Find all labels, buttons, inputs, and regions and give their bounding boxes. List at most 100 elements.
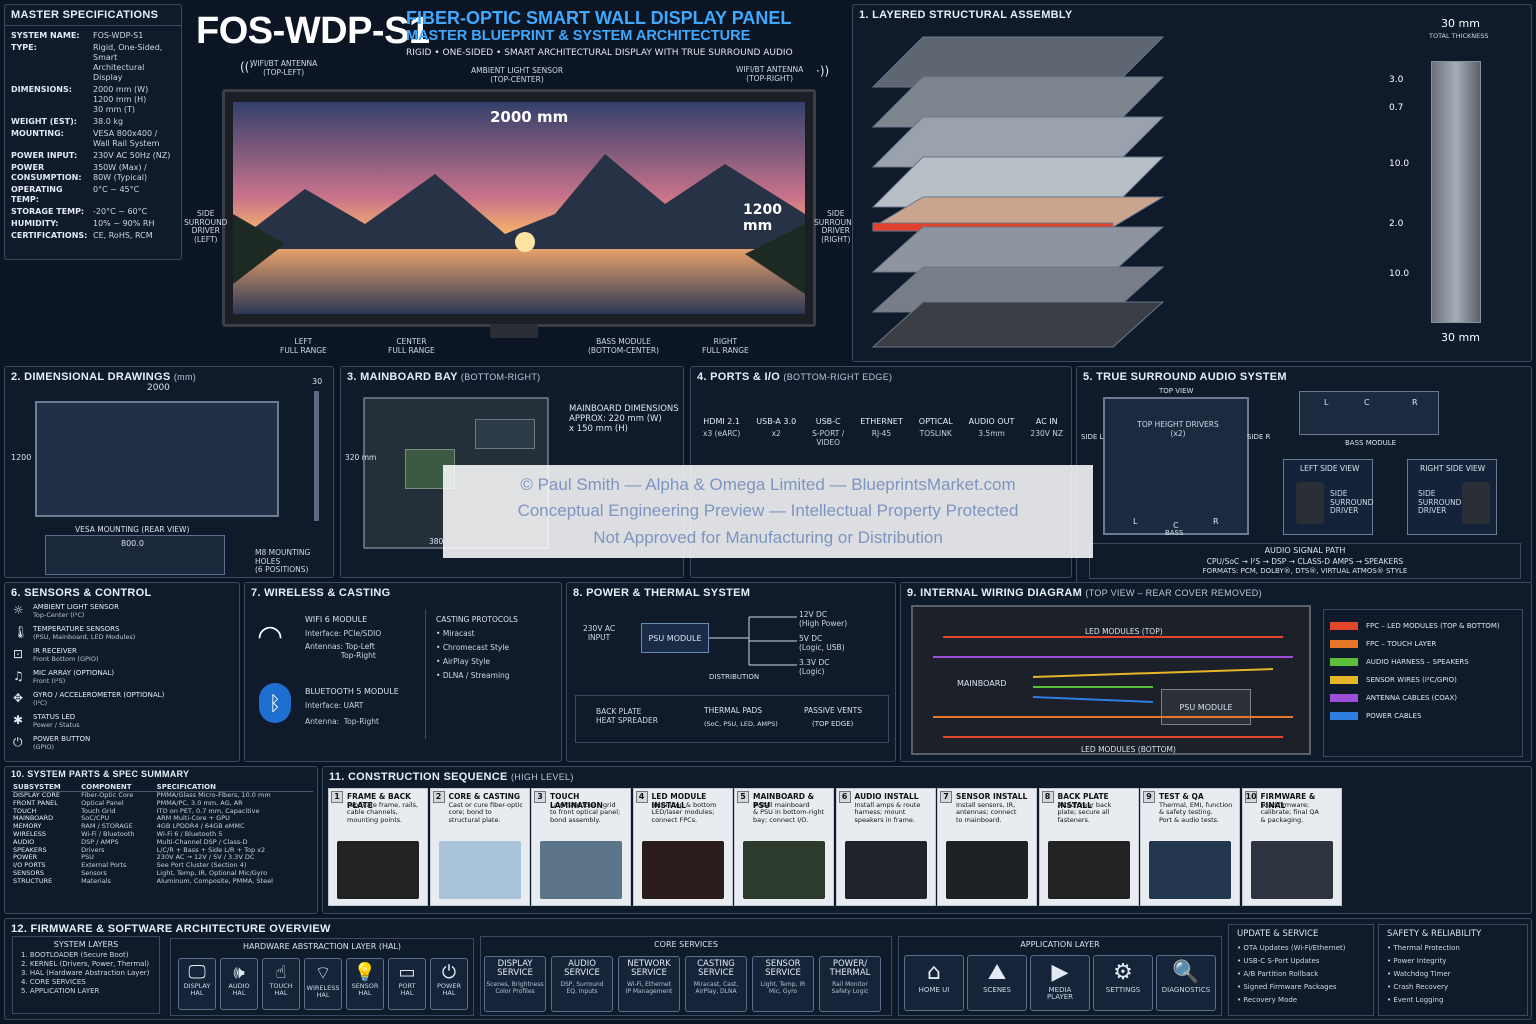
hal-item: 🕪 AUDIO HAL (220, 958, 258, 1010)
bass-module-label: BASS MODULE (1345, 439, 1397, 447)
spec-row: MOUNTING: VESA 800x400 / Wall Rail System (11, 129, 175, 149)
core-service: NETWORK SERVICE Wi-Fi, Ethernet IP Manage… (618, 956, 680, 1012)
spec-row: TYPE: Rigid, One-Sided, Smart Architectur… (11, 43, 175, 83)
front-view-drawing (35, 401, 279, 517)
app-item[interactable]: ⛰ SCENES (967, 955, 1027, 1011)
service-title: AUDIO SERVICE (564, 959, 600, 979)
thickness-tick: 10.0 (1389, 269, 1410, 279)
bullet: • (436, 671, 443, 680)
mainboard-width: 380 (429, 537, 444, 546)
spec-key: WEIGHT (EST): (11, 117, 77, 126)
side-l-label: SIDE L (1081, 433, 1104, 441)
speaker-center-label: CENTER FULL RANGE (388, 337, 435, 355)
app-item[interactable]: ▶ MEDIA PLAYER (1030, 955, 1090, 1011)
wifi-module-label: WIFI 6 MODULE (305, 615, 368, 624)
master-specs-panel: MASTER SPECIFICATIONS SYSTEM NAME: FOS-WD… (4, 4, 182, 260)
legend-text: AUDIO HARNESS – SPEAKERS (1366, 658, 1469, 666)
side-r-label: SIDE R (1247, 433, 1271, 441)
construction-step: 6 AUDIO INSTALL Install amps & route harne… (835, 788, 936, 906)
port-item[interactable]: ETHERNET RJ-45 (860, 417, 903, 447)
sensor-icon: 💡 (353, 962, 377, 983)
ports-title: 4. PORTS & I/O (697, 371, 781, 383)
ac-input-label: 230V AC INPUT (583, 624, 616, 642)
sensor-item: ☼ AMBIENT LIGHT SENSOR Top-Center (I²C) (13, 603, 231, 625)
sensor-list: ☼ AMBIENT LIGHT SENSOR Top-Center (I²C) 🌡 TE… (5, 603, 239, 757)
home-icon: ⌂ (927, 960, 941, 985)
construction-step: 8 BACK PLATE INSTALL Attach rear back plat… (1038, 788, 1139, 906)
left-driver-label: SIDE SURROUND DRIVER (1330, 489, 1374, 516)
mainboard-dims-label: MAINBOARD DIMENSIONS APPROX: 220 mm (W) … (569, 404, 679, 434)
settings-icon: ⚙ (1113, 960, 1133, 985)
sequence-sub: (HIGH LEVEL) (511, 772, 574, 782)
port-item[interactable]: AUDIO OUT 3.5mm (969, 417, 1015, 447)
sensor-text: AMBIENT LIGHT SENSOR Top-Center (I²C) (33, 603, 119, 619)
bullet: • (436, 629, 443, 638)
spec-value: 230V AC 50Hz (NZ) (93, 151, 171, 160)
sensor-name: AMBIENT LIGHT SENSOR (33, 603, 119, 611)
update-item: • Recovery Mode (1237, 994, 1365, 1007)
watermark-line-3: Not Approved for Manufacturing or Distri… (593, 527, 943, 547)
app-item[interactable]: 🔍 DIAGNOSTICS (1156, 955, 1216, 1011)
legend-item: FPC – TOUCH LAYER (1330, 640, 1516, 648)
port-item[interactable]: USB-C S-PORT / VIDEO (812, 417, 844, 447)
spec-key: DIMENSIONS: (11, 85, 72, 94)
audio-top-view-label: TOP VIEW (1159, 387, 1194, 395)
total-thickness: 30 mm (1441, 17, 1480, 30)
table-cell: Materials (81, 876, 111, 885)
port-item[interactable]: USB-A 3.0 x2 (756, 417, 796, 447)
port-item[interactable]: HDMI 2.1 x3 (eARC) (703, 417, 740, 447)
port-desc: x2 (771, 429, 781, 438)
construction-step: 10 FIRMWARE & FINAL Load firmware; calibra… (1241, 788, 1342, 906)
left-view-label: LEFT SIDE VIEW (1300, 464, 1360, 473)
sensor-desc: Front Bottom (GPIO) (33, 655, 99, 663)
sensor-text: IR RECEIVER Front Bottom (GPIO) (33, 647, 98, 663)
app-item[interactable]: ⚙ SETTINGS (1093, 955, 1153, 1011)
dims-height: 1200 (11, 453, 32, 462)
service-desc: Light, Temp, IR Mic, Gyro (760, 980, 806, 995)
spec-key: POWER INPUT: (11, 151, 78, 160)
spec-row: POWER INPUT: 230V AC 50Hz (NZ) (11, 151, 175, 161)
display-icon: 🖵 (188, 962, 206, 983)
scenes-icon: ⛰ (987, 960, 1007, 985)
model-name: FOS-WDP-S1 (196, 10, 430, 52)
audio-path-title: AUDIO SIGNAL PATH (1264, 546, 1346, 555)
safety-item: • Watchdog Timer (1387, 968, 1519, 981)
app-layer-title: APPLICATION LAYER (1020, 940, 1100, 949)
wiring-title: 9. INTERNAL WIRING DIAGRAM (907, 587, 1083, 599)
port-item[interactable]: AC IN 230V NZ (1030, 417, 1063, 447)
core-services-title: CORE SERVICES (654, 940, 718, 949)
legend-swatch (1330, 676, 1358, 684)
port-name: USB-C (815, 417, 841, 426)
thickness-tick: 2.0 (1389, 219, 1404, 229)
step-image (1047, 841, 1130, 899)
step-image (1149, 841, 1231, 899)
bullet: • (436, 643, 443, 652)
step-desc: Laminate touch grid to front optical pan… (550, 801, 621, 824)
port-name: ETHERNET (860, 417, 903, 426)
safety-text: Power Integrity (1393, 956, 1447, 965)
dims-title: 2. DIMENSIONAL DRAWINGS (11, 371, 171, 383)
construction-step: 1 FRAME & BACK PLATE Fabricate frame, rail… (328, 788, 428, 906)
sensor-item: 🌡 TEMPERATURE SENSORS (PSU, Mainboard, LED… (13, 625, 231, 647)
step-image (641, 841, 724, 899)
hero-tagline: RIGID • ONE-SIDED • SMART ARCHITECTURAL … (406, 48, 793, 58)
layer-stack-drawing (871, 36, 1165, 348)
dimensional-drawings-panel: 2. DIMENSIONAL DRAWINGS (mm) 2000 30 120… (4, 366, 334, 578)
sun-icon: ☼ (13, 603, 24, 617)
update-list: • OTA Updates (Wi-Fi/Ethernet) • USB-C S-… (1237, 942, 1365, 1007)
wiring-legend: FPC – LED MODULES (TOP & BOTTOM) FPC – TO… (1323, 609, 1523, 757)
layered-assembly-title: 1. LAYERED STRUCTURAL ASSEMBLY (859, 9, 1073, 21)
step-title: TEST & QA (1159, 792, 1204, 801)
update-item: • OTA Updates (Wi-Fi/Ethernet) (1237, 942, 1365, 955)
safety-item: • Event Logging (1387, 994, 1519, 1007)
app-item[interactable]: ⌂ HOME UI (904, 955, 964, 1011)
hal-label: DISPLAY HAL (183, 982, 211, 998)
mainboard-sub: (BOTTOM-RIGHT) (460, 372, 541, 382)
spec-key: POWER CONSUMPTION: (11, 163, 82, 182)
step-desc: Fabricate frame, rails, cable channels, … (347, 801, 419, 824)
step-desc: Install sensors, IR, antennas; connect t… (956, 801, 1017, 824)
port-item[interactable]: OPTICAL TOSLINK (919, 417, 953, 447)
display-panel-render: 2000 mm 1200 mm (222, 89, 816, 327)
hal-label: AUDIO HAL (228, 982, 250, 998)
master-specs-title: MASTER SPECIFICATIONS (5, 5, 181, 26)
